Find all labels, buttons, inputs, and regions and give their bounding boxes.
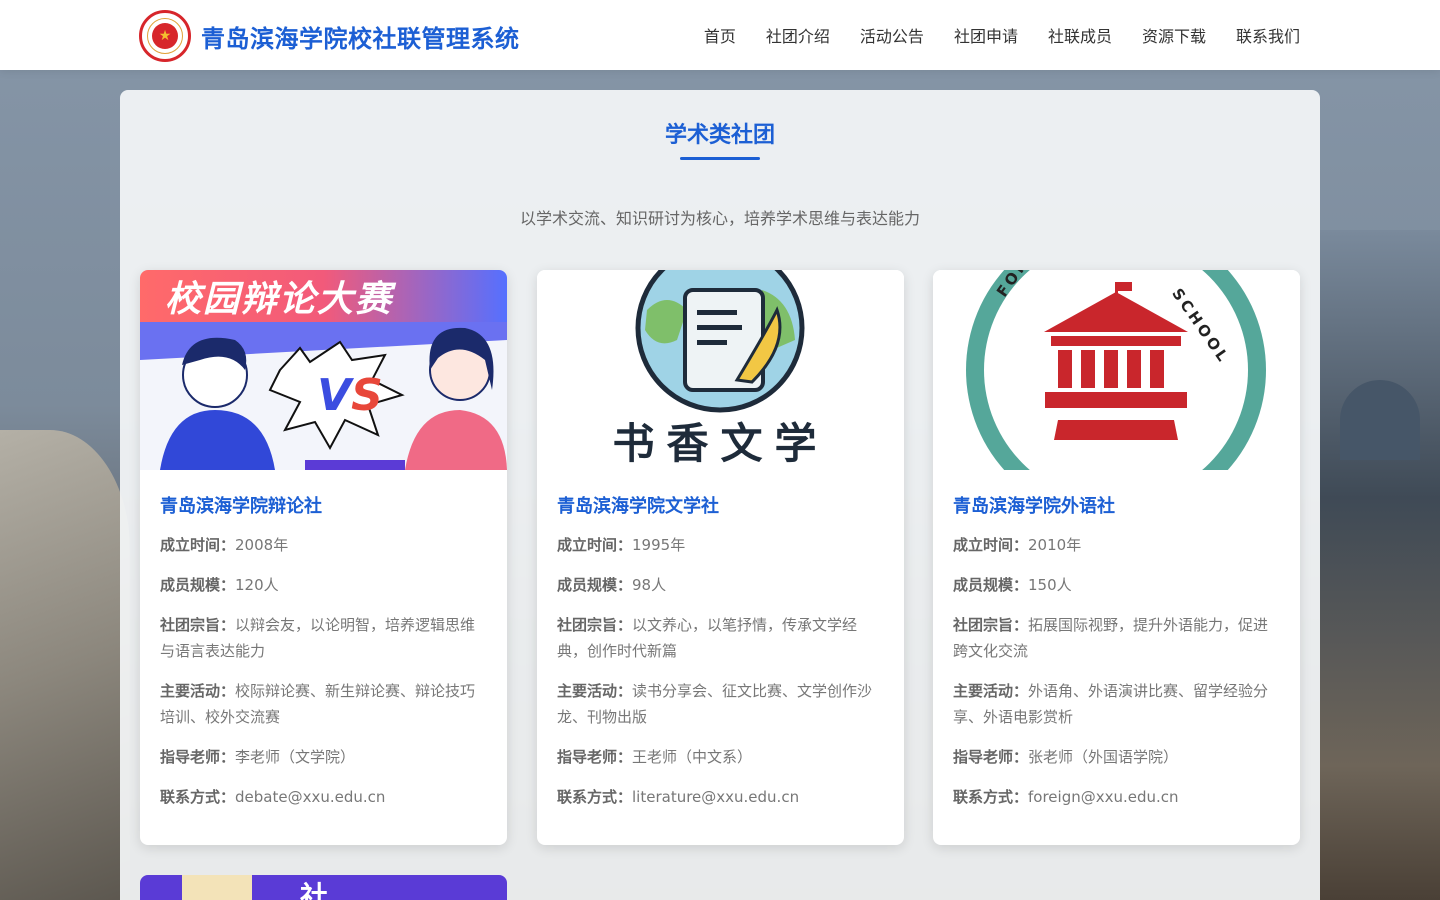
club-card-partial[interactable]: 社	[140, 875, 507, 900]
club-contact: 联系方式：literature@xxu.edu.cn	[557, 788, 800, 806]
club-members: 成员规模：98人	[557, 576, 667, 594]
cover-title-text: 书香文学	[612, 419, 829, 468]
club-card-debate[interactable]: 校园辩论大赛 VS 青岛滨海学院辩论社 成立时间：2008年 成员规模：120人…	[140, 270, 507, 845]
club-name[interactable]: 青岛滨海学院辩论社	[160, 492, 487, 518]
nav-members[interactable]: 社联成员	[1048, 23, 1112, 47]
section-subtitle: 以学术交流、知识研讨为核心，培养学术思维与表达能力	[519, 209, 920, 228]
nav-club-intro[interactable]: 社团介绍	[766, 23, 830, 47]
club-cover-image: 书香文学	[537, 270, 904, 470]
club-purpose: 社团宗旨：拓展国际视野，提升外语能力，促进跨文化交流	[953, 616, 1269, 660]
background-arch	[0, 430, 130, 900]
top-header: ★ 青岛滨海学院校社联管理系统 首页 社团介绍 活动公告 社团申请 社联成员 资…	[0, 0, 1440, 70]
background-dome	[1340, 380, 1420, 460]
club-card-foreign[interactable]: FOREIGN SCHOOL 青岛滨海学院外语社 成立时间：2010年 成员规模…	[933, 270, 1300, 845]
nav-announcements[interactable]: 活动公告	[860, 23, 924, 47]
school-emblem-icon[interactable]: ★	[139, 10, 191, 62]
club-name[interactable]: 青岛滨海学院文学社	[557, 492, 884, 518]
section-title: 学术类社团	[664, 123, 775, 148]
site-title[interactable]: 青岛滨海学院校社联管理系统	[201, 19, 520, 54]
brand[interactable]: ★ 青岛滨海学院校社联管理系统	[139, 10, 520, 62]
foreign-school-badge-icon	[966, 270, 1266, 470]
club-purpose: 社团宗旨：以辩会友，以论明智，培养逻辑思维与语言表达能力	[160, 616, 476, 660]
cover-title-text: 社	[300, 880, 329, 900]
club-contact: 联系方式：foreign@xxu.edu.cn	[953, 788, 1179, 806]
main-nav: 首页 社团介绍 活动公告 社团申请 社联成员 资源下载 联系我们	[704, 0, 1300, 70]
nav-contact[interactable]: 联系我们	[1236, 23, 1300, 47]
club-members: 成员规模：120人	[160, 576, 279, 594]
club-name[interactable]: 青岛滨海学院外语社	[953, 492, 1280, 518]
nav-club-apply[interactable]: 社团申请	[954, 23, 1018, 47]
club-founded: 成立时间：2008年	[160, 536, 289, 554]
club-advisor: 指导老师：王老师（中文系）	[557, 748, 753, 766]
club-card-literature[interactable]: 书香文学 青岛滨海学院文学社 成立时间：1995年 成员规模：98人 社团宗旨：…	[537, 270, 904, 845]
nav-downloads[interactable]: 资源下载	[1142, 23, 1206, 47]
club-cover-image: FOREIGN SCHOOL	[933, 270, 1300, 470]
club-members: 成员规模：150人	[953, 576, 1072, 594]
club-activities: 主要活动：校际辩论赛、新生辩论赛、辩论技巧培训、校外交流赛	[160, 682, 476, 726]
club-activities: 主要活动：读书分享会、征文比赛、文学创作沙龙、刊物出版	[557, 682, 873, 726]
club-founded: 成立时间：2010年	[953, 536, 1082, 554]
nav-home[interactable]: 首页	[704, 23, 736, 47]
background-tower	[1320, 230, 1440, 900]
club-founded: 成立时间：1995年	[557, 536, 686, 554]
club-contact: 联系方式：debate@xxu.edu.cn	[160, 788, 386, 806]
vs-badge: VS	[317, 369, 383, 421]
cover-document-image	[182, 875, 252, 900]
club-cover-image: 校园辩论大赛 VS	[140, 270, 507, 470]
title-underline	[680, 157, 760, 160]
club-activities: 主要活动：外语角、外语演讲比赛、留学经验分享、外语电影赏析	[953, 682, 1269, 726]
club-purpose: 社团宗旨：以文养心，以笔抒情，传承文学经典，创作时代新篇	[557, 616, 858, 660]
club-advisor: 指导老师：张老师（外国语学院）	[953, 748, 1179, 766]
club-advisor: 指导老师：李老师（文学院）	[160, 748, 356, 766]
